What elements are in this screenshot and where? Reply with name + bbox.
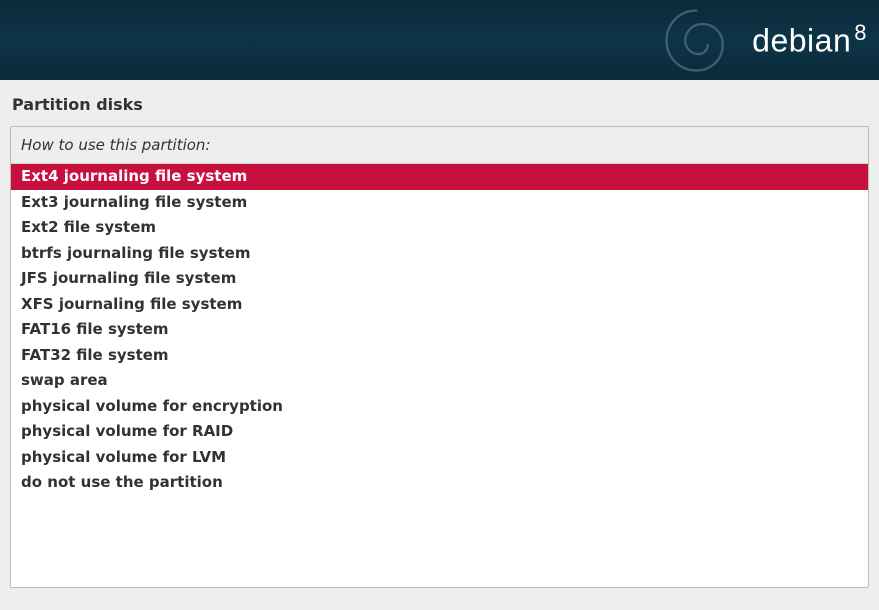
brand-version: 8 — [854, 20, 867, 45]
option-item[interactable]: Ext4 journaling file system — [11, 164, 868, 190]
option-item[interactable]: physical volume for RAID — [11, 419, 868, 445]
option-item[interactable]: Ext3 journaling file system — [11, 190, 868, 216]
option-item[interactable]: XFS journaling file system — [11, 292, 868, 318]
option-item[interactable]: physical volume for LVM — [11, 445, 868, 471]
option-item[interactable]: FAT16 file system — [11, 317, 868, 343]
option-item[interactable]: JFS journaling file system — [11, 266, 868, 292]
page-title: Partition disks — [10, 80, 869, 126]
question-label: How to use this partition: — [11, 127, 868, 164]
brand-name: debian8 — [752, 20, 867, 60]
main-content: Partition disks How to use this partitio… — [0, 80, 879, 588]
option-item[interactable]: do not use the partition — [11, 470, 868, 496]
option-item[interactable]: FAT32 file system — [11, 343, 868, 369]
options-list: Ext4 journaling file systemExt3 journali… — [11, 164, 868, 587]
brand-name-text: debian — [752, 23, 851, 59]
option-item[interactable]: physical volume for encryption — [11, 394, 868, 420]
header-banner: debian8 — [0, 0, 879, 80]
debian-swirl-icon — [659, 3, 734, 78]
option-item[interactable]: btrfs journaling file system — [11, 241, 868, 267]
option-item[interactable]: Ext2 file system — [11, 215, 868, 241]
option-item[interactable]: swap area — [11, 368, 868, 394]
options-panel: How to use this partition: Ext4 journali… — [10, 126, 869, 588]
